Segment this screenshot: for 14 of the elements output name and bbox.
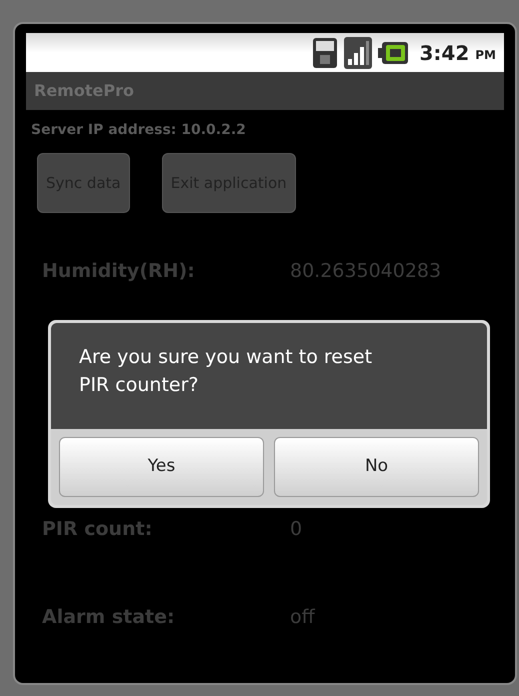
reading-value: 0 bbox=[290, 516, 302, 542]
server-ip-text: Server IP address: 10.0.2.2 bbox=[31, 121, 247, 140]
reading-label: Alarm state: bbox=[42, 604, 176, 630]
reading-label: PIR count: bbox=[42, 516, 154, 542]
dialog-button[interactable]: Yes bbox=[59, 437, 264, 497]
dialog-button[interactable]: No bbox=[274, 437, 479, 497]
battery-icon bbox=[378, 42, 408, 64]
status-time: 3:42 bbox=[420, 40, 470, 66]
reading-label: Humidity(RH): bbox=[42, 259, 196, 284]
signal-icon bbox=[344, 36, 372, 68]
dialog-message: Are you sure you want to reset PIR counter? bbox=[79, 345, 374, 398]
reading-value: off bbox=[290, 604, 315, 630]
status-ampm: PM bbox=[475, 46, 496, 64]
reading-value: 80.2635040283 bbox=[290, 259, 442, 284]
